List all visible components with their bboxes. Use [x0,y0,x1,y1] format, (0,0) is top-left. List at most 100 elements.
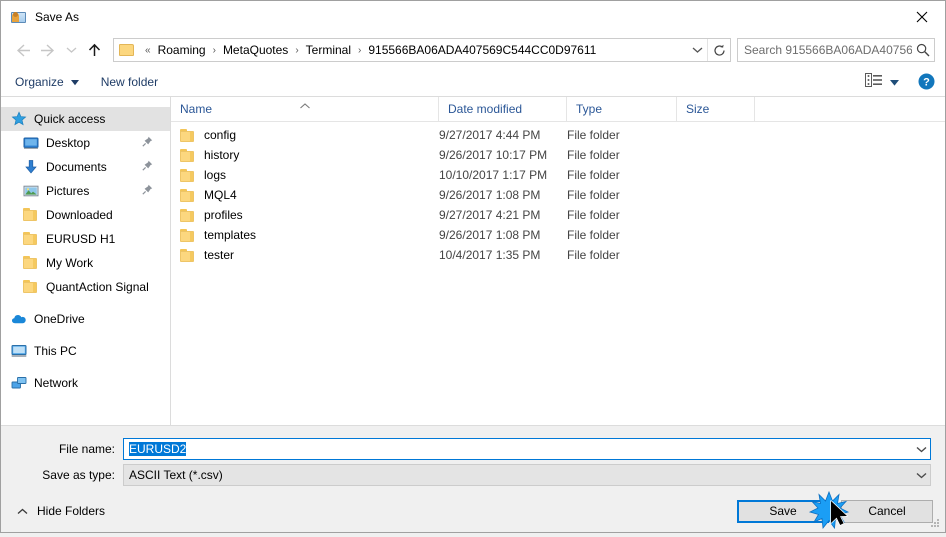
breadcrumb-prefix: « [145,44,151,56]
table-row[interactable]: profiles 9/27/2017 4:21 PM File folder [171,205,945,225]
column-header-date-modified[interactable]: Date modified [439,97,567,121]
file-date-cell: 9/27/2017 4:21 PM [439,208,541,222]
pin-icon[interactable] [142,160,153,174]
onedrive-icon [11,311,27,327]
file-name-input[interactable]: EURUSD2 [123,438,931,460]
help-button[interactable]: ? [917,73,935,91]
pictures-icon [23,183,39,199]
table-row[interactable]: config 9/27/2017 4:44 PM File folder [171,125,945,145]
sidebar-item-label: Documents [46,160,107,174]
cancel-button[interactable]: Cancel [841,499,933,523]
address-dropdown-button[interactable] [687,39,707,61]
file-date-cell: 9/27/2017 4:44 PM [439,128,541,142]
column-header-label: Date modified [448,102,523,116]
sidebar-item-label: EURUSD H1 [46,232,116,246]
table-row[interactable]: logs 10/10/2017 1:17 PM File folder [171,165,945,185]
organize-button[interactable]: Organize [15,75,79,89]
new-folder-button[interactable]: New folder [101,75,158,89]
column-header-name[interactable]: Name [171,97,439,121]
svg-text:?: ? [923,77,930,89]
file-name: MQL4 [204,188,237,202]
sidebar-item-pictures[interactable]: Pictures [1,179,170,203]
star-icon [11,111,27,127]
help-icon: ? [918,73,934,90]
refresh-icon [713,44,725,56]
column-header-type[interactable]: Type [567,97,677,121]
recent-locations-button[interactable] [61,37,81,63]
sidebar-item-quick-access[interactable]: Quick access [1,107,170,131]
file-date-cell: 10/4/2017 1:35 PM [439,248,541,262]
breadcrumb-item-terminal[interactable]: Terminal [304,43,353,57]
desktop-icon [23,135,39,151]
sidebar-item-downloaded[interactable]: Downloaded [1,203,170,227]
column-header-label: Size [686,102,710,116]
file-type-cell: File folder [567,228,620,242]
save-as-type-dropdown-button[interactable] [913,472,930,479]
chevron-down-icon [890,75,899,89]
save-button[interactable]: Save [737,499,829,523]
up-button[interactable] [81,37,107,63]
folder-icon [23,207,39,223]
sidebar-item-label: QuantAction Signal [46,280,149,294]
file-type-cell: File folder [567,128,620,142]
sidebar-item-label: Pictures [46,184,90,198]
folder-icon [180,228,196,242]
file-type-cell: File folder [567,208,620,222]
forward-button[interactable] [35,37,61,63]
sort-ascending-icon [299,98,310,112]
sidebar-item-eurusd-h1[interactable]: EURUSD H1 [1,227,170,251]
column-header-size[interactable]: Size [677,97,755,121]
file-list-pane: Name Date modified Type Size config 9/27… [171,97,945,425]
address-bar[interactable]: « Roaming › MetaQuotes › Terminal › 9155… [113,38,731,62]
resize-grip[interactable] [928,516,941,529]
sidebar-item-label: OneDrive [34,312,85,326]
pin-icon[interactable] [142,136,153,150]
sidebar-item-onedrive[interactable]: OneDrive [1,307,170,331]
breadcrumb-separator: › [212,44,216,56]
window-title: Save As [35,10,80,24]
breadcrumb-item-roaming[interactable]: Roaming [156,43,208,57]
sidebar-item-quantaction-signal[interactable]: QuantAction Signal [1,275,170,299]
breadcrumb-item-guid[interactable]: 915566BA06ADA407569C544CC0D97611 [366,43,598,57]
chevron-down-icon [66,47,76,53]
save-as-type-select[interactable]: ASCII Text (*.csv) [123,464,931,486]
search-input[interactable]: Search 915566BA06ADA40756... [738,43,912,57]
file-rows: config 9/27/2017 4:44 PM File folder his… [171,122,945,425]
file-name-dropdown-button[interactable] [913,446,930,453]
file-name-cell: tester [171,248,439,262]
file-name: history [204,148,240,162]
sidebar-item-my-work[interactable]: My Work [1,251,170,275]
sidebar-item-desktop[interactable]: Desktop [1,131,170,155]
network-icon [11,375,27,391]
folder-icon [180,148,196,162]
file-name-row: File name: EURUSD2 [1,438,945,460]
table-row[interactable]: tester 10/4/2017 1:35 PM File folder [171,245,945,265]
sidebar-item-network[interactable]: Network [1,371,170,395]
close-button[interactable] [899,1,945,32]
file-date-cell: 10/10/2017 1:17 PM [439,168,548,182]
column-header-filler [755,97,945,121]
table-row[interactable]: history 9/26/2017 10:17 PM File folder [171,145,945,165]
dialog-bottom-bar: Hide Folders Save Cancel [1,490,945,532]
table-row[interactable]: templates 9/26/2017 1:08 PM File folder [171,225,945,245]
chevron-up-icon [17,508,28,515]
file-name-value[interactable]: EURUSD2 [124,442,913,456]
breadcrumb-item-metaquotes[interactable]: MetaQuotes [221,43,290,57]
refresh-button[interactable] [707,39,730,61]
back-button[interactable] [9,37,35,63]
sidebar-item-documents[interactable]: Documents [1,155,170,179]
table-row[interactable]: MQL4 9/26/2017 1:08 PM File folder [171,185,945,205]
view-options-button[interactable] [865,73,899,90]
organize-label: Organize [15,74,64,89]
sidebar-item-label: Downloaded [46,208,113,222]
folder-icon [119,43,135,57]
hide-folders-button[interactable]: Hide Folders [17,504,105,518]
pin-icon[interactable] [142,184,153,198]
sidebar-item-this-pc[interactable]: This PC [1,339,170,363]
file-date-cell: 9/26/2017 1:08 PM [439,188,541,202]
file-name: logs [204,168,227,182]
file-name-cell: profiles [171,208,439,222]
search-box[interactable]: Search 915566BA06ADA40756... [737,38,935,62]
